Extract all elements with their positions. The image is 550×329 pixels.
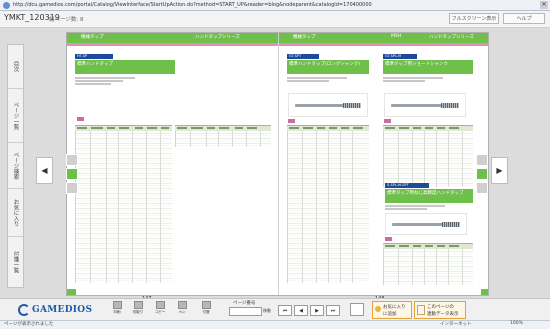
status-zone: インターネット — [440, 322, 472, 327]
print-label: 印刷 — [113, 310, 121, 314]
address-url[interactable]: http://dcu.gamedios.com/portal/Catalog/V… — [13, 2, 533, 8]
right-product-c-title: 標準タップ用ねじ高精度ハンドタップ — [385, 189, 473, 203]
document-icon — [417, 305, 425, 315]
copy-label: コピー — [154, 310, 166, 314]
right-label-tag-c — [385, 237, 392, 241]
sticky-button[interactable]: 付箋 — [196, 301, 216, 319]
next-page-button[interactable]: ▶ — [491, 157, 508, 184]
clip-label: 切取り — [132, 310, 144, 314]
next-page-toolbar-button[interactable]: ▶ — [310, 305, 324, 316]
copy-button[interactable]: コピー — [150, 301, 170, 319]
favorite-label-1: お気に入り — [383, 305, 406, 310]
clip-button[interactable]: 切取り — [128, 301, 148, 319]
add-favorite-button[interactable]: お気に入り に追加 — [372, 301, 412, 319]
pen-button[interactable]: ペン — [172, 301, 192, 319]
pen-icon — [177, 301, 187, 309]
right-product-a-description — [287, 77, 347, 89]
left-header-section: ハンドタップシリーズ — [195, 35, 240, 40]
help-button[interactable]: ヘルプ — [503, 13, 545, 24]
fullscreen-button[interactable]: フルスクリーン表示 — [449, 13, 499, 24]
tab-page-search[interactable]: ページ検索 — [8, 143, 23, 189]
page-number-input[interactable] — [229, 307, 262, 316]
page-number-control: ページ番号 移動 — [227, 300, 272, 318]
page-count-label: 総ページ数: 8 — [49, 17, 84, 23]
copy-icon — [155, 301, 165, 309]
logo-icon — [18, 304, 30, 316]
left-page-header: 機械タップ ハンドタップシリーズ — [67, 33, 278, 43]
rail-button-left-2[interactable] — [66, 168, 78, 180]
chevron-left-icon: ◀ — [41, 166, 48, 175]
right-label-tag-a — [288, 119, 295, 123]
linked-data-button[interactable]: このページの 連動データ表示 — [414, 301, 466, 319]
scissors-icon — [133, 301, 143, 309]
address-bar[interactable]: http://dcu.gamedios.com/portal/Catalog/V… — [0, 0, 550, 11]
right-header-section: ハンドタップシリーズ — [429, 35, 474, 40]
printer-icon — [112, 301, 122, 309]
star-icon — [375, 306, 381, 312]
right-spec-table-a — [287, 131, 369, 283]
right-page-rule — [279, 43, 488, 46]
right-product-b-description — [383, 77, 443, 89]
right-header-mark: MSH — [391, 34, 402, 39]
right-page-rail — [474, 154, 488, 194]
favorite-label-2: に追加 — [383, 312, 397, 317]
page-number-label: ページ番号 — [233, 301, 256, 306]
chevron-right-icon: ▶ — [496, 166, 503, 175]
left-page-corner-tab — [67, 289, 76, 295]
print-button[interactable]: 印刷 — [107, 301, 127, 319]
rail-button-right-3[interactable] — [476, 182, 488, 194]
left-product-code: HT-SP — [75, 54, 113, 59]
left-product-title: 標準ハンドタップ — [75, 60, 175, 74]
left-header-category: 機械タップ — [81, 35, 104, 40]
rail-button-right-1[interactable] — [476, 154, 488, 166]
right-header-category: 機械タップ — [293, 35, 316, 40]
left-page-rail — [66, 154, 80, 194]
left-page-rule — [67, 43, 278, 46]
rail-button-left-1[interactable] — [66, 154, 78, 166]
zoom-level[interactable]: 100% — [510, 321, 523, 326]
right-page-header: 機械タップ MSH ハンドタップシリーズ — [279, 33, 488, 43]
prev-page-button[interactable]: ◀ — [36, 157, 53, 184]
right-product-b-image — [384, 93, 466, 117]
side-tab-panel: 目次 ページ一覧 ページ検索 お気に入り 付箋一覧 — [7, 44, 24, 288]
data-label-2: 連動データ表示 — [427, 312, 459, 317]
right-product-c-image — [385, 213, 467, 235]
right-label-tag-b — [384, 119, 391, 123]
page-gutter — [278, 33, 279, 295]
pen-label: ペン — [178, 310, 186, 314]
right-product-a-image — [288, 93, 368, 117]
tab-sticky-list[interactable]: 付箋一覧 — [8, 237, 23, 287]
gamedios-logo: GAMEDIOS — [18, 303, 96, 317]
prev-page-toolbar-button[interactable]: ◀ — [294, 305, 308, 316]
right-product-a-title: 標準ハンドタップ(ロングシャンク) — [287, 60, 369, 74]
catalog-spread[interactable]: 機械タップ ハンドタップシリーズ HT-SP 標準ハンドタップ 機械タップ MS… — [66, 32, 489, 296]
globe-icon — [3, 1, 10, 9]
last-page-button[interactable]: ⏭ — [326, 305, 340, 316]
left-spec-table — [75, 131, 172, 283]
left-label-tag — [77, 117, 84, 121]
status-text: ページが表示されました — [4, 322, 54, 327]
sticky-note-icon — [201, 301, 211, 309]
right-page-corner-tab — [481, 289, 488, 295]
right-product-c-code: S-SPL-M-SPT — [385, 183, 429, 188]
monitor-icon[interactable] — [350, 303, 364, 316]
close-icon[interactable]: ✕ — [540, 1, 548, 9]
right-spec-table-c — [383, 249, 473, 285]
right-product-b-code: GT-SPL-M — [383, 54, 417, 59]
right-spec-table-b — [383, 131, 473, 187]
left-product-description — [75, 77, 135, 89]
rail-button-right-2[interactable] — [476, 168, 488, 180]
sticky-label: 付箋 — [202, 310, 210, 314]
page-go-button[interactable]: 移動 — [263, 308, 271, 314]
tab-favorites[interactable]: お気に入り — [8, 189, 23, 237]
left-spec-table-2 — [175, 131, 271, 147]
logo-text: GAMEDIOS — [32, 305, 93, 315]
tab-contents[interactable]: 目次 — [8, 45, 23, 89]
first-page-button[interactable]: ⏮ — [278, 305, 292, 316]
rail-button-left-3[interactable] — [66, 182, 78, 194]
data-label-1: このページの — [427, 305, 454, 310]
tab-page-list[interactable]: ページ一覧 — [8, 89, 23, 143]
right-product-b-title: 標準タップ用ショートシャンク — [383, 60, 473, 74]
right-product-a-code: GT-SPT — [287, 54, 319, 59]
